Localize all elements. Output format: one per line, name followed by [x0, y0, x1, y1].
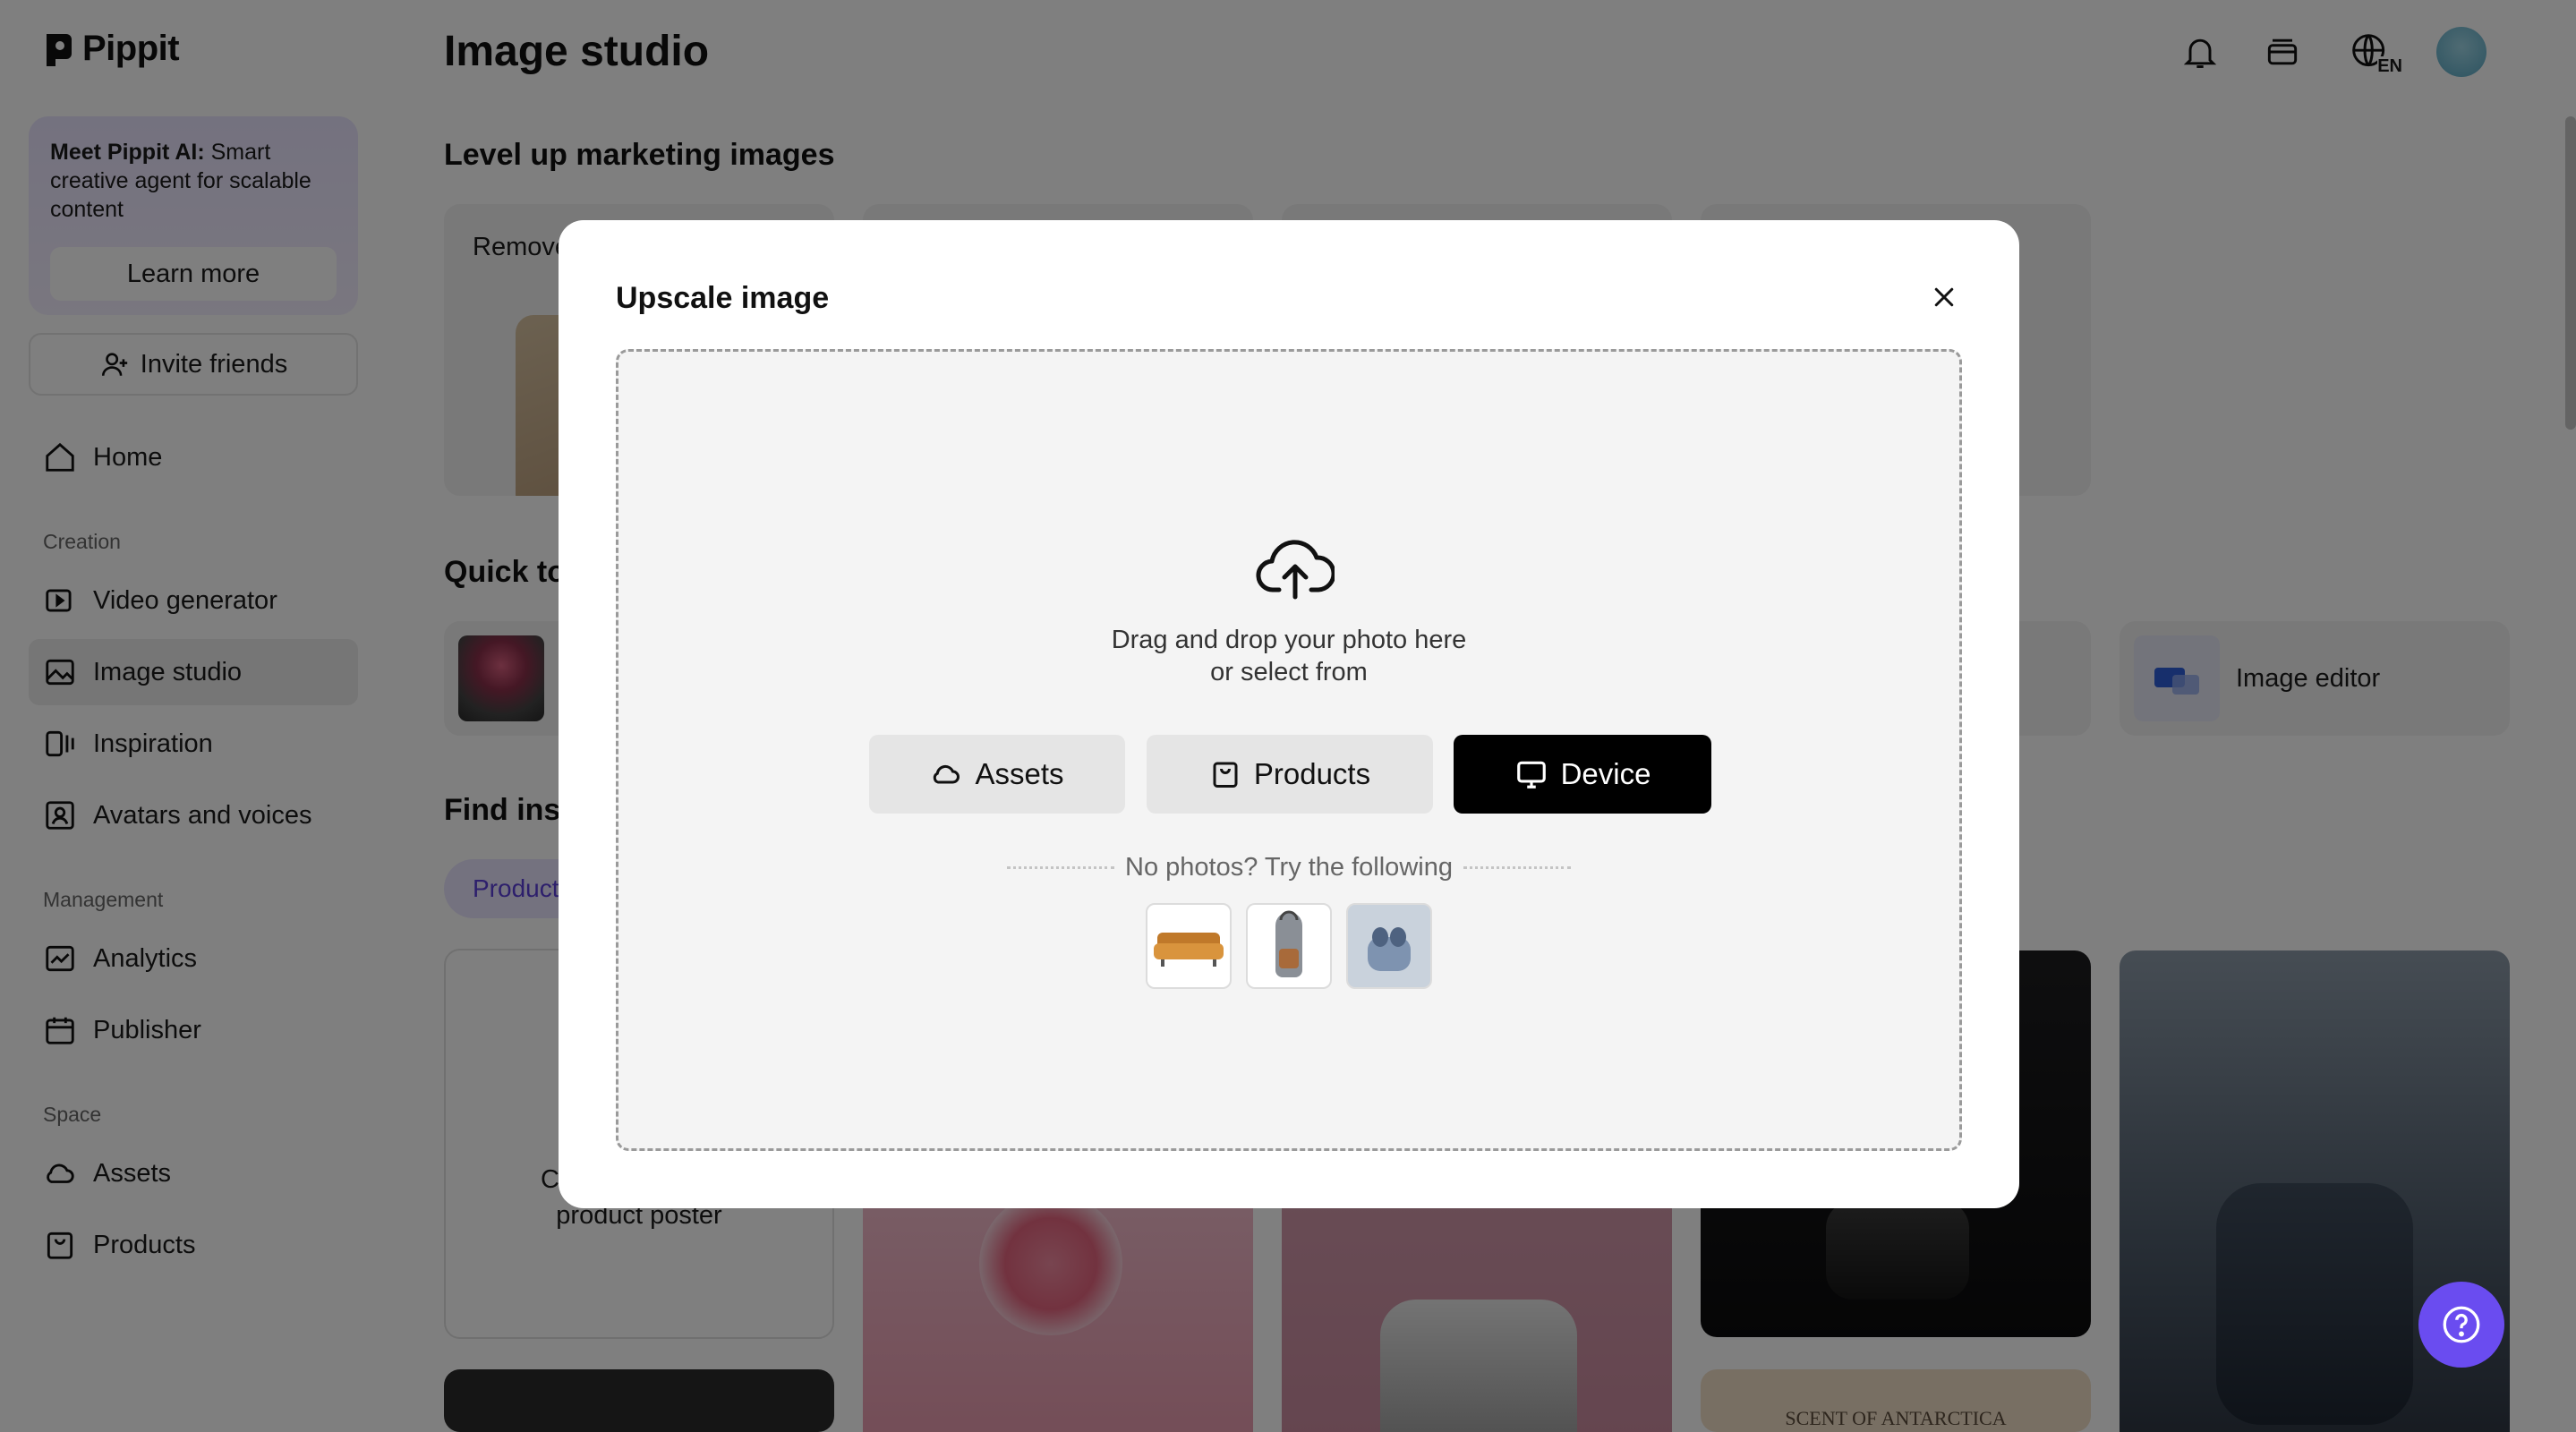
- backpack-image: [1275, 910, 1302, 977]
- divider: [1007, 866, 1115, 869]
- cloud-upload-icon: [1256, 540, 1335, 600]
- products-button-label: Products: [1253, 757, 1371, 790]
- upscale-image-modal: Upscale image Drag and drop your photo h…: [559, 220, 2019, 1208]
- sample-image-earbuds[interactable]: [1346, 903, 1432, 989]
- assets-button[interactable]: Assets: [869, 735, 1125, 814]
- sample-image-backpack[interactable]: [1246, 903, 1332, 989]
- dropzone-instructions: Drag and drop your photo here: [1111, 626, 1467, 654]
- sofa-image: [1154, 933, 1224, 967]
- device-button-label: Device: [1560, 757, 1651, 790]
- question-icon: [2443, 1306, 2480, 1343]
- sample-images: [618, 903, 1959, 989]
- assets-button-label: Assets: [975, 757, 1064, 790]
- modal-title: Upscale image: [616, 281, 830, 315]
- device-button[interactable]: Device: [1454, 735, 1711, 814]
- cloud-icon: [934, 764, 960, 784]
- monitor-icon: [1516, 761, 1546, 788]
- earbuds-image: [1368, 927, 1411, 971]
- close-icon: [1934, 287, 1954, 307]
- sample-image-sofa[interactable]: [1146, 903, 1232, 989]
- dropzone-subtext: or select from: [1210, 658, 1368, 686]
- sample-suggestion: No photos? Try the following: [618, 853, 1959, 882]
- help-button[interactable]: [2418, 1282, 2504, 1368]
- products-button[interactable]: Products: [1147, 735, 1433, 814]
- sample-suggestion-text: No photos? Try the following: [1125, 853, 1453, 882]
- close-button[interactable]: [1926, 279, 1962, 315]
- divider: [1463, 866, 1571, 869]
- product-box-icon: [1213, 762, 1238, 788]
- upload-dropzone[interactable]: Drag and drop your photo here or select …: [616, 349, 1962, 1151]
